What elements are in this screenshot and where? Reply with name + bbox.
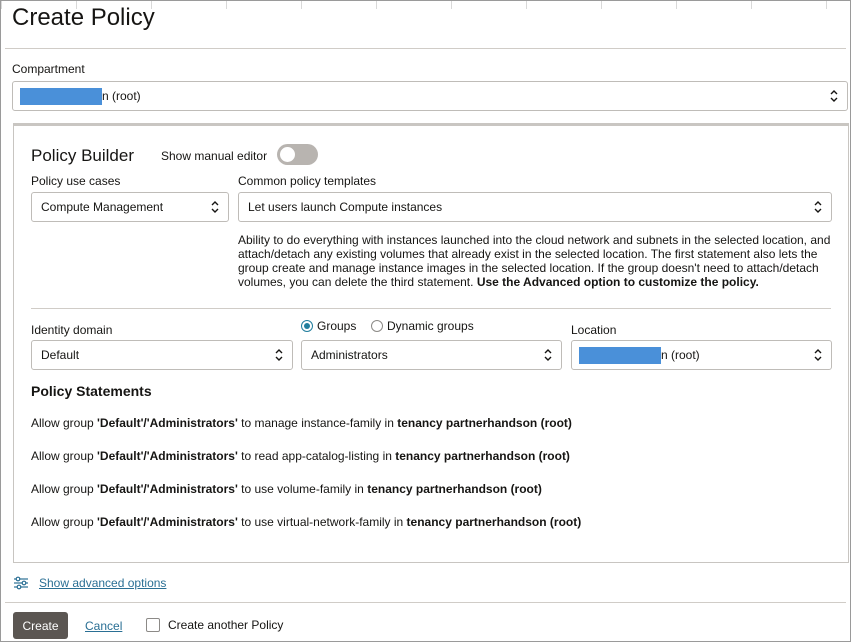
compartment-label: Compartment bbox=[12, 62, 85, 76]
use-cases-label: Policy use cases bbox=[31, 174, 121, 188]
statement-verb: to read app-catalog-listing in bbox=[237, 449, 396, 463]
radio-groups-label: Groups bbox=[317, 319, 357, 333]
location-value: n (root) bbox=[661, 348, 700, 362]
use-case-value: Compute Management bbox=[41, 200, 164, 214]
statement-prefix: Allow group bbox=[31, 482, 98, 496]
redacted-block bbox=[579, 346, 661, 364]
toggle-knob bbox=[280, 147, 295, 162]
policy-builder: Policy Builder Show manual editor Policy… bbox=[13, 123, 849, 563]
statement-prefix: Allow group bbox=[31, 449, 98, 463]
policy-statement: Allow group 'Default'/'Administrators' t… bbox=[31, 416, 572, 430]
group-value: Administrators bbox=[311, 348, 388, 362]
template-description: Ability to do everything with instances … bbox=[238, 233, 838, 289]
sliders-icon[interactable] bbox=[13, 576, 29, 590]
chevron-updown-icon bbox=[275, 349, 283, 361]
redacted-block bbox=[20, 87, 102, 105]
statement-group: 'Default'/'Administrators' bbox=[97, 449, 238, 463]
templates-label: Common policy templates bbox=[238, 174, 377, 188]
chevron-updown-icon bbox=[830, 90, 838, 102]
identity-domain-select[interactable]: Default bbox=[31, 340, 293, 370]
templates-select[interactable]: Let users launch Compute instances bbox=[238, 192, 832, 222]
statement-prefix: Allow group bbox=[31, 416, 98, 430]
manual-editor-toggle[interactable] bbox=[277, 144, 318, 165]
description-bold: Use the Advanced option to customize the… bbox=[476, 275, 759, 289]
advanced-options-row: Show advanced options bbox=[13, 576, 166, 590]
create-another-checkbox[interactable] bbox=[146, 618, 160, 632]
statement-verb: to manage instance-family in bbox=[237, 416, 398, 430]
statement-verb: to use volume-family in bbox=[237, 482, 368, 496]
manual-editor-label: Show manual editor bbox=[161, 149, 268, 163]
statement-target: tenancy partnerhandson (root) bbox=[406, 515, 582, 529]
location-label: Location bbox=[571, 323, 617, 337]
radio-selected-icon bbox=[301, 320, 313, 332]
policy-statement: Allow group 'Default'/'Administrators' t… bbox=[31, 482, 542, 496]
policy-statement: Allow group 'Default'/'Administrators' t… bbox=[31, 449, 570, 463]
create-button[interactable]: Create bbox=[13, 612, 68, 639]
radio-dynamic-label: Dynamic groups bbox=[387, 319, 474, 333]
statement-target: tenancy partnerhandson (root) bbox=[397, 416, 572, 430]
page-title: Create Policy bbox=[12, 4, 155, 31]
chevron-updown-icon bbox=[814, 201, 822, 213]
statement-group: 'Default'/'Administrators' bbox=[97, 482, 238, 496]
policy-statement: Allow group 'Default'/'Administrators' t… bbox=[31, 515, 581, 529]
use-cases-select[interactable]: Compute Management bbox=[31, 192, 229, 222]
compartment-select[interactable]: n (root) bbox=[12, 81, 848, 111]
chevron-updown-icon bbox=[814, 349, 822, 361]
group-select[interactable]: Administrators bbox=[301, 340, 562, 370]
compartment-value: n (root) bbox=[102, 89, 141, 103]
identity-domain-label: Identity domain bbox=[31, 323, 113, 337]
title-divider bbox=[5, 48, 846, 49]
identity-domain-value: Default bbox=[41, 348, 80, 362]
create-another-label: Create another Policy bbox=[168, 618, 284, 632]
policy-statements-title: Policy Statements bbox=[31, 383, 152, 399]
create-policy-panel: Create Policy Compartment n (root) Polic… bbox=[0, 0, 851, 642]
policy-builder-title: Policy Builder bbox=[31, 146, 134, 165]
statement-verb: to use virtual-network-family in bbox=[237, 515, 407, 529]
builder-divider bbox=[31, 308, 831, 309]
statement-group: 'Default'/'Administrators' bbox=[97, 515, 238, 529]
statement-target: tenancy partnerhandson (root) bbox=[395, 449, 570, 463]
cancel-link[interactable]: Cancel bbox=[85, 619, 122, 633]
chevron-updown-icon bbox=[544, 349, 552, 361]
radio-groups[interactable]: Groups bbox=[301, 319, 356, 333]
radio-dynamic-groups[interactable]: Dynamic groups bbox=[371, 319, 474, 333]
show-advanced-options-link[interactable]: Show advanced options bbox=[39, 576, 166, 590]
statement-prefix: Allow group bbox=[31, 515, 98, 529]
chevron-updown-icon bbox=[211, 201, 219, 213]
template-value: Let users launch Compute instances bbox=[248, 200, 443, 214]
statement-group: 'Default'/'Administrators' bbox=[97, 416, 238, 430]
statement-target: tenancy partnerhandson (root) bbox=[367, 482, 542, 496]
radio-unselected-icon bbox=[371, 320, 383, 332]
footer-divider bbox=[5, 602, 846, 603]
location-select[interactable]: n (root) bbox=[571, 340, 832, 370]
